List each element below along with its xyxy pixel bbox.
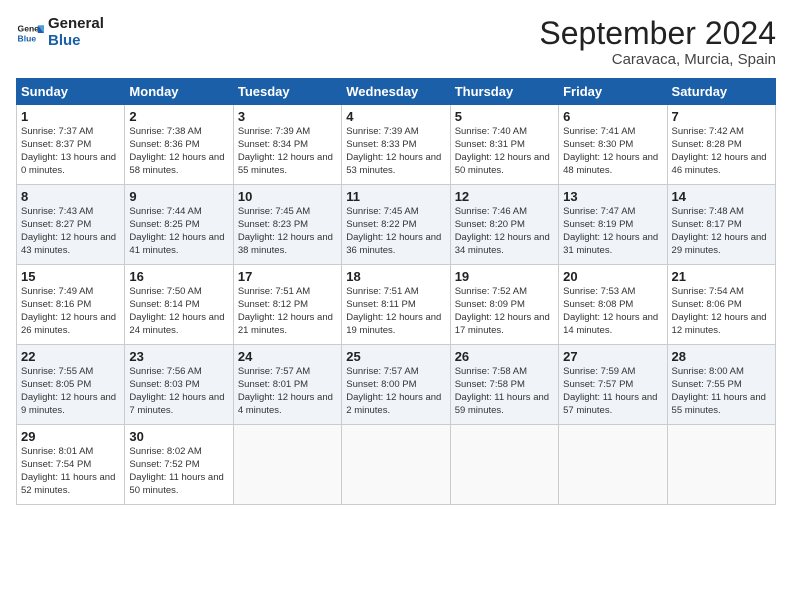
logo-icon: General Blue [16, 19, 44, 47]
col-tuesday: Tuesday [233, 79, 341, 105]
table-row: 28 Sunrise: 8:00 AMSunset: 7:55 PMDaylig… [667, 345, 775, 425]
logo-name-blue: Blue [48, 33, 104, 50]
week-row-5: 29 Sunrise: 8:01 AMSunset: 7:54 PMDaylig… [17, 425, 776, 505]
empty-cell [559, 425, 667, 505]
header: General Blue General Blue September 2024… [16, 16, 776, 68]
table-row: 18 Sunrise: 7:51 AMSunset: 8:11 PMDaylig… [342, 265, 450, 345]
location-subtitle: Caravaca, Murcia, Spain [539, 51, 776, 68]
table-row: 17 Sunrise: 7:51 AMSunset: 8:12 PMDaylig… [233, 265, 341, 345]
title-area: September 2024 Caravaca, Murcia, Spain [539, 16, 776, 68]
table-row: 26 Sunrise: 7:58 AMSunset: 7:58 PMDaylig… [450, 345, 558, 425]
col-thursday: Thursday [450, 79, 558, 105]
week-row-1: 1 Sunrise: 7:37 AMSunset: 8:37 PMDayligh… [17, 105, 776, 185]
table-row: 22 Sunrise: 7:55 AMSunset: 8:05 PMDaylig… [17, 345, 125, 425]
table-row: 8 Sunrise: 7:43 AMSunset: 8:27 PMDayligh… [17, 185, 125, 265]
table-row: 10 Sunrise: 7:45 AMSunset: 8:23 PMDaylig… [233, 185, 341, 265]
table-row: 15 Sunrise: 7:49 AMSunset: 8:16 PMDaylig… [17, 265, 125, 345]
table-row: 5 Sunrise: 7:40 AMSunset: 8:31 PMDayligh… [450, 105, 558, 185]
table-row: 6 Sunrise: 7:41 AMSunset: 8:30 PMDayligh… [559, 105, 667, 185]
table-row: 20 Sunrise: 7:53 AMSunset: 8:08 PMDaylig… [559, 265, 667, 345]
table-row: 2 Sunrise: 7:38 AMSunset: 8:36 PMDayligh… [125, 105, 233, 185]
table-row: 13 Sunrise: 7:47 AMSunset: 8:19 PMDaylig… [559, 185, 667, 265]
logo: General Blue General Blue [16, 16, 104, 49]
table-row: 29 Sunrise: 8:01 AMSunset: 7:54 PMDaylig… [17, 425, 125, 505]
empty-cell [233, 425, 341, 505]
col-monday: Monday [125, 79, 233, 105]
table-row: 25 Sunrise: 7:57 AMSunset: 8:00 PMDaylig… [342, 345, 450, 425]
calendar-table: Sunday Monday Tuesday Wednesday Thursday… [16, 78, 776, 505]
table-row: 7 Sunrise: 7:42 AMSunset: 8:28 PMDayligh… [667, 105, 775, 185]
logo-name-general: General [48, 16, 104, 33]
table-row: 14 Sunrise: 7:48 AMSunset: 8:17 PMDaylig… [667, 185, 775, 265]
svg-text:Blue: Blue [18, 33, 37, 43]
table-row: 21 Sunrise: 7:54 AMSunset: 8:06 PMDaylig… [667, 265, 775, 345]
col-friday: Friday [559, 79, 667, 105]
week-row-4: 22 Sunrise: 7:55 AMSunset: 8:05 PMDaylig… [17, 345, 776, 425]
header-row: Sunday Monday Tuesday Wednesday Thursday… [17, 79, 776, 105]
table-row: 24 Sunrise: 7:57 AMSunset: 8:01 PMDaylig… [233, 345, 341, 425]
empty-cell [667, 425, 775, 505]
table-row: 16 Sunrise: 7:50 AMSunset: 8:14 PMDaylig… [125, 265, 233, 345]
table-row: 30 Sunrise: 8:02 AMSunset: 7:52 PMDaylig… [125, 425, 233, 505]
col-sunday: Sunday [17, 79, 125, 105]
col-saturday: Saturday [667, 79, 775, 105]
table-row: 23 Sunrise: 7:56 AMSunset: 8:03 PMDaylig… [125, 345, 233, 425]
week-row-2: 8 Sunrise: 7:43 AMSunset: 8:27 PMDayligh… [17, 185, 776, 265]
table-row: 4 Sunrise: 7:39 AMSunset: 8:33 PMDayligh… [342, 105, 450, 185]
empty-cell [342, 425, 450, 505]
table-row: 19 Sunrise: 7:52 AMSunset: 8:09 PMDaylig… [450, 265, 558, 345]
page-container: General Blue General Blue September 2024… [0, 0, 792, 515]
empty-cell [450, 425, 558, 505]
table-row: 11 Sunrise: 7:45 AMSunset: 8:22 PMDaylig… [342, 185, 450, 265]
table-row: 27 Sunrise: 7:59 AMSunset: 7:57 PMDaylig… [559, 345, 667, 425]
col-wednesday: Wednesday [342, 79, 450, 105]
week-row-3: 15 Sunrise: 7:49 AMSunset: 8:16 PMDaylig… [17, 265, 776, 345]
month-title: September 2024 [539, 16, 776, 51]
table-row: 1 Sunrise: 7:37 AMSunset: 8:37 PMDayligh… [17, 105, 125, 185]
table-row: 12 Sunrise: 7:46 AMSunset: 8:20 PMDaylig… [450, 185, 558, 265]
table-row: 3 Sunrise: 7:39 AMSunset: 8:34 PMDayligh… [233, 105, 341, 185]
table-row: 9 Sunrise: 7:44 AMSunset: 8:25 PMDayligh… [125, 185, 233, 265]
